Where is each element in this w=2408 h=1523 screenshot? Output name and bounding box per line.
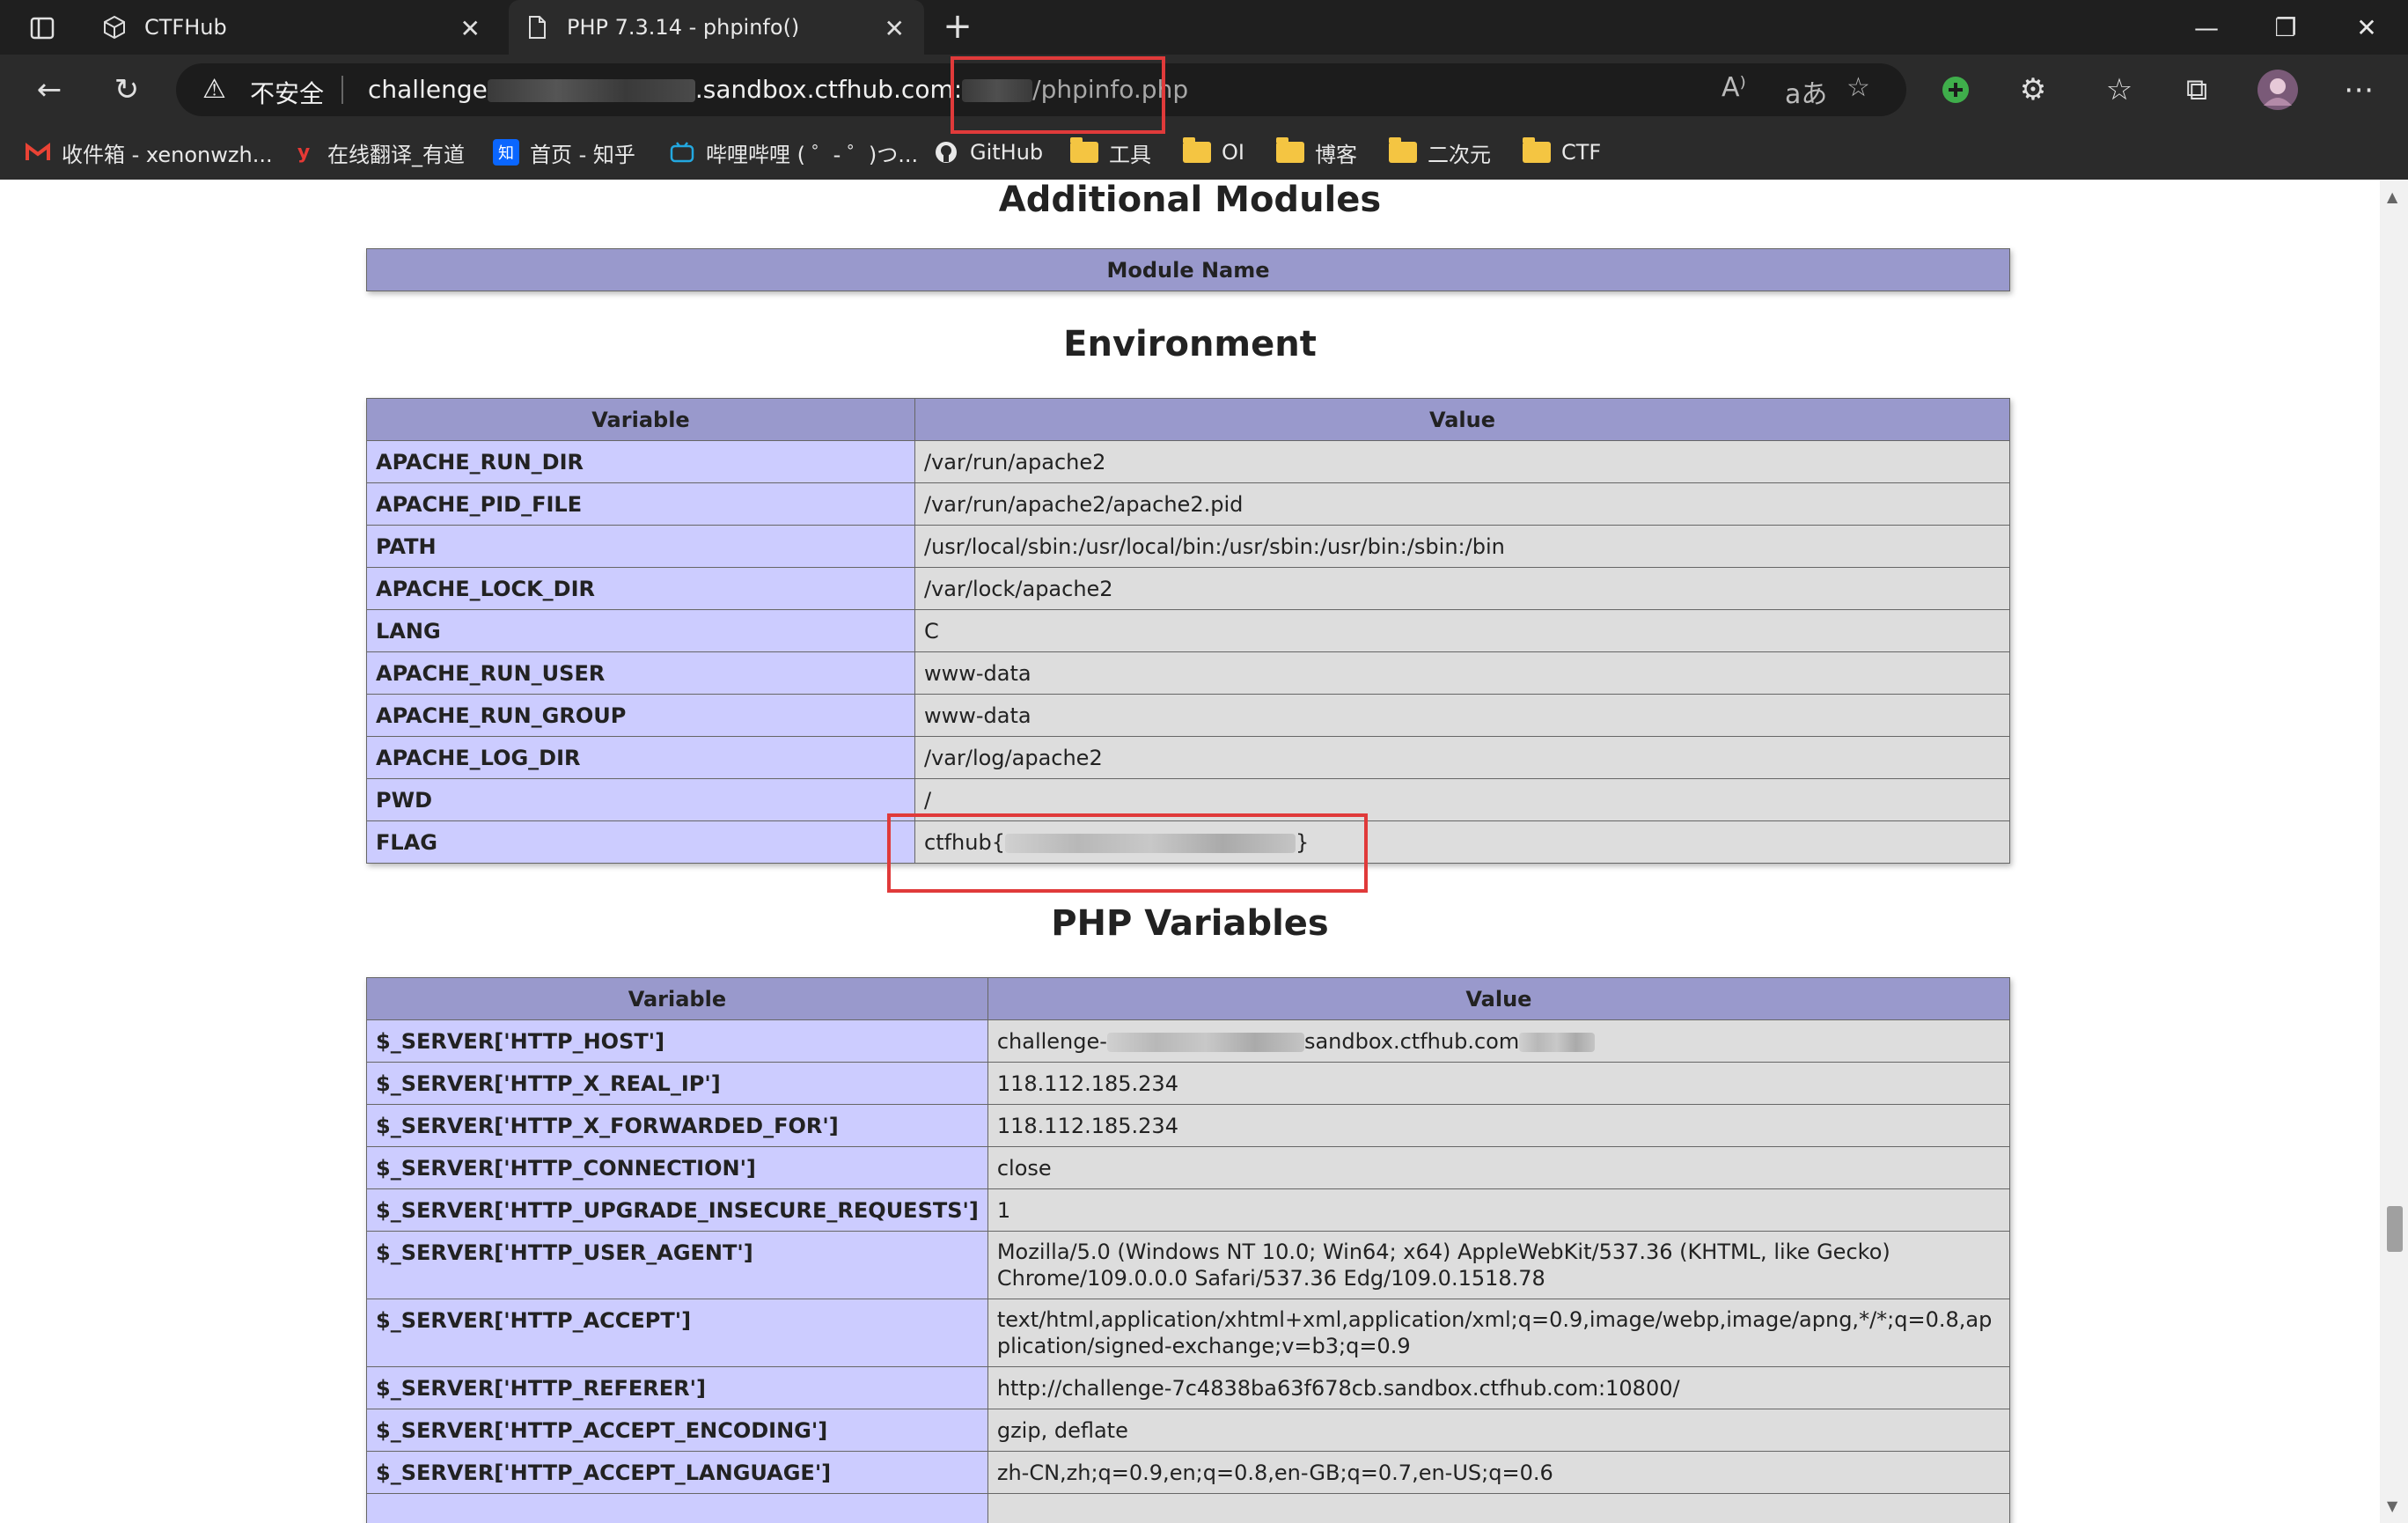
translate-icon[interactable]: aあ [1785,72,1827,111]
table-row: $_SERVER['HTTP_ACCEPT'] text/html,applica… [366,1299,2011,1367]
redacted-blur [487,79,695,102]
close-tab-icon[interactable]: ✕ [885,14,905,43]
bookmark-folder-tools[interactable]: 工具 [1070,137,1151,167]
navigation-toolbar: ← ↻ ⚠ 不安全 challenge .sandbox.ctfhub.com: /… [0,55,2408,125]
table-row: $_SERVER['HTTP_ACCEPT_ENCODING'] gzip, de… [366,1409,2011,1452]
close-window-icon[interactable]: ✕ [2327,0,2406,55]
table-row: $_SERVER['HTTP_UPGRADE_INSECURE_REQUESTS… [366,1188,2011,1232]
more-menu-icon[interactable]: ⋯ [2336,67,2382,113]
column-header: Module Name [366,248,2010,291]
extensions-icon[interactable]: ⚙ [2010,67,2056,113]
insecure-label[interactable]: 不安全 [250,75,324,110]
column-header: Value [987,977,2011,1020]
table-row: APACHE_RUN_USER www-data [366,651,2010,695]
refresh-icon[interactable]: ↻ [104,67,150,113]
minimize-icon[interactable]: — [2167,0,2246,55]
column-header: Variable [366,977,988,1020]
browser-chrome: CTFHub ✕ PHP 7.3.14 - phpinfo() ✕ + — ❐ … [0,0,2408,180]
bookmark-bilibili[interactable]: 哔哩哔哩 ( ゜- ゜)つ... [669,137,918,167]
table-row: $_SERVER['HTTP_USER_AGENT'] Mozilla/5.0 (… [366,1231,2011,1299]
tab-title: PHP 7.3.14 - phpinfo() [567,15,800,40]
bookmarks-bar: 收件箱 - xenonwzh... y 在线翻译_有道 知 首页 - 知乎 哔哩… [0,125,2408,180]
profile-avatar[interactable] [2255,67,2301,113]
scrollbar-thumb[interactable] [2387,1206,2403,1252]
scroll-up-icon[interactable]: ▲ [2387,188,2397,205]
zhihu-icon: 知 [493,139,519,166]
bookmark-folder-blog[interactable]: 博客 [1276,137,1357,167]
github-icon [933,139,959,166]
cube-icon [102,15,127,40]
table-row: APACHE_RUN_GROUP www-data [366,694,2010,737]
bookmark-github[interactable]: GitHub [933,137,1043,167]
tab-bar: CTFHub ✕ PHP 7.3.14 - phpinfo() ✕ + — ❐ … [0,0,2408,55]
page-icon [525,15,549,40]
table-row: APACHE_PID_FILE/var/run/apache2/apache2.… [366,482,2010,526]
vertical-scrollbar[interactable]: ▲ ▼ [2380,180,2408,1523]
table-row: $_SERVER['HTTP_X_FORWARDED_FOR'] 118.112.… [366,1104,2011,1147]
add-favorite-icon[interactable]: ☆ [1846,72,1870,103]
column-header: Value [914,398,2010,441]
tab-actions-icon[interactable] [19,5,65,51]
back-icon[interactable]: ← [26,67,72,113]
table-row [366,1493,2011,1523]
bookmark-folder-anime[interactable]: 二次元 [1389,137,1491,167]
table-row: APACHE_LOG_DIR/var/log/apache2 [366,736,2010,779]
folder-icon [1276,137,1304,163]
restore-icon[interactable]: ❐ [2246,0,2325,55]
table-row: $_SERVER['HTTP_ACCEPT_LANGUAGE'] zh-CN,zh… [366,1451,2011,1494]
modules-heading: Additional Modules [998,180,1382,220]
environment-heading: Environment [1063,324,1317,364]
table-row: APACHE_RUN_DIR/var/run/apache2 [366,440,2010,483]
extension-green-icon[interactable] [1933,67,1979,113]
tab-ctfhub[interactable]: CTFHub ✕ [86,0,500,55]
youdao-icon: y [297,141,311,164]
column-header: Variable [366,398,915,441]
bookmark-youdao[interactable]: y 在线翻译_有道 [290,137,465,167]
php-variables-table: Variable Value $_SERVER['HTTP_HOST'] cha… [366,977,2011,1523]
tab-phpinfo[interactable]: PHP 7.3.14 - phpinfo() ✕ [509,0,924,55]
folder-icon [1183,137,1211,163]
redacted-blur [1519,1032,1596,1052]
bookmark-gmail[interactable]: 收件箱 - xenonwzh... [25,137,273,167]
bookmark-folder-ctf[interactable]: CTF [1523,137,1601,167]
table-row: $_SERVER['HTTP_CONNECTION'] close [366,1146,2011,1189]
url-highlight-box [951,56,1165,134]
table-row: APACHE_LOCK_DIR/var/lock/apache2 [366,567,2010,610]
folder-icon [1070,137,1098,163]
table-row: $_SERVER['HTTP_HOST'] challenge-sandbox.… [366,1019,2011,1063]
read-aloud-icon[interactable]: A⁾ [1722,72,1746,103]
environment-table: Variable Value APACHE_RUN_DIR/var/run/ap… [366,398,2010,864]
gmail-icon [25,139,51,166]
new-tab-button[interactable]: + [935,4,980,49]
flag-highlight-box [887,813,1368,893]
redacted-blur [1106,1032,1304,1052]
folder-icon [1523,137,1551,163]
close-tab-icon[interactable]: ✕ [460,14,481,43]
favorites-icon[interactable]: ☆ [2096,67,2142,113]
bookmark-folder-oi[interactable]: OI [1183,137,1244,167]
table-row: LANG C [366,609,2010,652]
collections-icon[interactable]: ⧉ [2174,67,2220,113]
php-variables-heading: PHP Variables [1051,903,1329,944]
table-row: PATH/usr/local/sbin:/usr/local/bin:/usr/… [366,525,2010,568]
bookmark-zhihu[interactable]: 知 首页 - 知乎 [493,137,635,167]
table-row: $_SERVER['HTTP_X_REAL_IP'] 118.112.185.23… [366,1062,2011,1105]
divider [341,76,343,104]
table-row: $_SERVER['HTTP_REFERER'] http://challenge… [366,1366,2011,1409]
modules-table: Module Name [366,248,2010,291]
scroll-down-icon[interactable]: ▼ [2387,1497,2397,1514]
folder-icon [1389,137,1417,163]
tab-title: CTFHub [144,15,227,40]
bilibili-icon [669,139,695,166]
warning-icon[interactable]: ⚠ [202,74,226,105]
